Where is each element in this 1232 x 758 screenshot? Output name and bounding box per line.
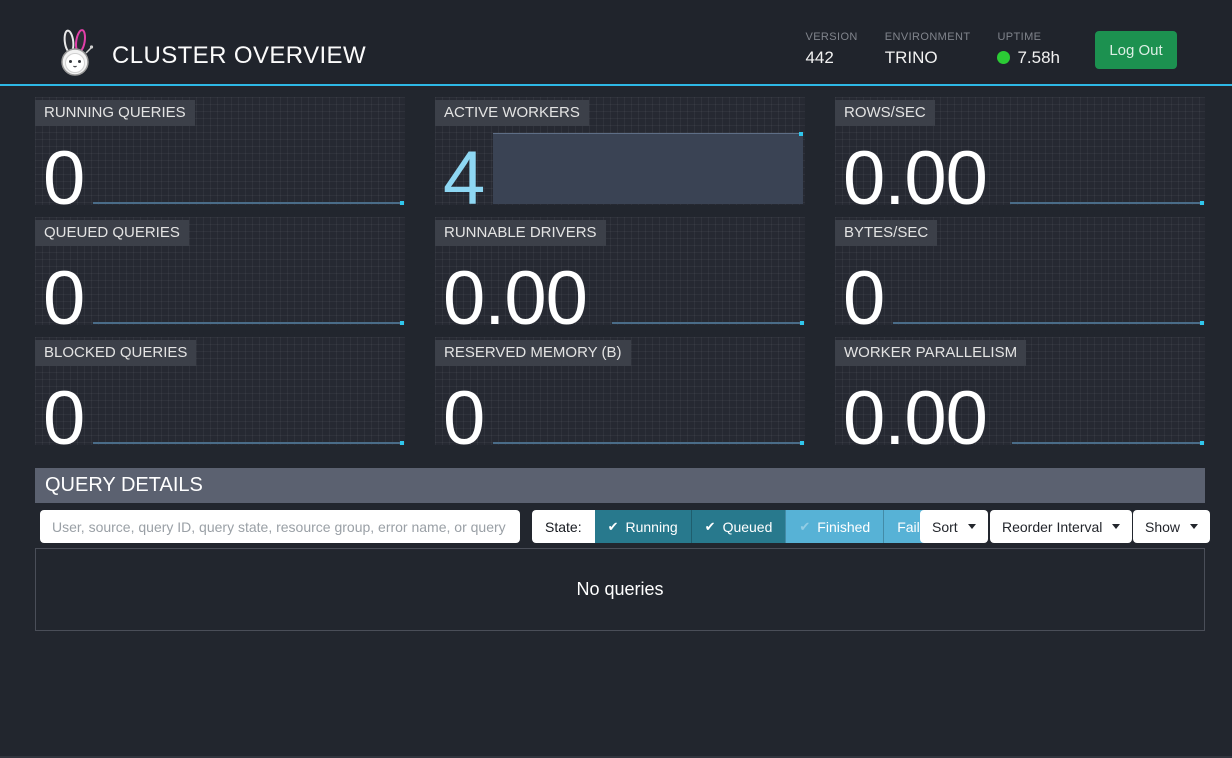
sparkline (612, 322, 803, 324)
stat-card-rows-per-sec: ROWS/SEC 0.00 (835, 97, 1205, 205)
query-filter-toolbar: State: ✔ Running ✔ Queued ✔ Finished Fai… (35, 510, 1205, 543)
filter-queued-label: Queued (723, 519, 773, 535)
sparkline-dot-icon (799, 132, 803, 136)
sort-label: Sort (932, 519, 958, 535)
version-label: VERSION (805, 31, 857, 43)
environment-value: TRINO (885, 48, 971, 68)
stat-value: 0 (843, 261, 884, 337)
stat-label: ACTIVE WORKERS (435, 100, 589, 126)
empty-message: No queries (576, 579, 663, 600)
trino-cluster-overview: CLUSTER OVERVIEW VERSION 442 ENVIRONMENT… (0, 0, 1232, 758)
stat-value: 0.00 (443, 261, 587, 337)
sparkline (493, 442, 803, 444)
stat-label: WORKER PARALLELISM (835, 340, 1026, 366)
sparkline-dot-icon (800, 321, 804, 325)
uptime-value: 7.58h (997, 48, 1060, 68)
show-dropdown[interactable]: Show (1133, 510, 1210, 543)
stat-value: 0 (443, 381, 484, 457)
sparkline-dot-icon (1200, 201, 1204, 205)
stat-value: 0 (43, 141, 84, 217)
check-icon: ✔ (608, 519, 619, 535)
stat-card-running-queries: RUNNING QUERIES 0 (35, 97, 405, 205)
uptime-label: UPTIME (997, 31, 1060, 43)
sparkline-dot-icon (400, 201, 404, 205)
stat-label: RUNNABLE DRIVERS (435, 220, 606, 246)
sparkline (1012, 442, 1203, 444)
stat-value: 0.00 (843, 381, 987, 457)
query-details-title: QUERY DETAILS (45, 474, 203, 497)
stat-label: RUNNING QUERIES (35, 100, 195, 126)
filter-finished-button[interactable]: ✔ Finished (785, 510, 883, 543)
stat-value: 0 (43, 261, 84, 337)
filter-finished-label: Finished (817, 519, 870, 535)
stat-value: 0.00 (843, 141, 987, 217)
stat-card-queued-queries: QUEUED QUERIES 0 (35, 217, 405, 325)
show-label: Show (1145, 519, 1180, 535)
chevron-down-icon (1190, 524, 1198, 529)
sparkline-area (493, 133, 803, 204)
stat-label: BLOCKED QUERIES (35, 340, 196, 366)
stat-card-blocked-queries: BLOCKED QUERIES 0 (35, 337, 405, 445)
sparkline (93, 442, 403, 444)
stat-value: 0 (43, 381, 84, 457)
uptime-info: UPTIME 7.58h (997, 31, 1060, 68)
sparkline (93, 202, 403, 204)
filter-queued-button[interactable]: ✔ Queued (691, 510, 786, 543)
sparkline-dot-icon (400, 321, 404, 325)
chevron-down-icon (968, 524, 976, 529)
page-title: CLUSTER OVERVIEW (112, 42, 366, 70)
stat-value: 4 (443, 141, 484, 217)
sparkline-dot-icon (1200, 441, 1204, 445)
stat-card-reserved-memory: RESERVED MEMORY (B) 0 (435, 337, 805, 445)
stat-card-runnable-drivers: RUNNABLE DRIVERS 0.00 (435, 217, 805, 325)
status-dot-icon (997, 51, 1010, 64)
stat-label: ROWS/SEC (835, 100, 935, 126)
state-filter-group: State: ✔ Running ✔ Queued ✔ Finished Fai… (532, 510, 965, 543)
uptime-text: 7.58h (1017, 48, 1060, 67)
header: CLUSTER OVERVIEW VERSION 442 ENVIRONMENT… (0, 0, 1232, 86)
query-list-empty-state: No queries (35, 548, 1205, 631)
check-icon: ✔ (799, 519, 810, 535)
sparkline (93, 322, 403, 324)
reorder-interval-dropdown[interactable]: Reorder Interval (990, 510, 1132, 543)
query-search-input[interactable] (40, 510, 520, 543)
stats-grid: RUNNING QUERIES 0 ACTIVE WORKERS 4 ROWS/… (35, 97, 1205, 445)
filter-running-label: Running (626, 519, 678, 535)
trino-bunny-logo-icon (56, 29, 96, 77)
sparkline (893, 322, 1203, 324)
version-info: VERSION 442 (805, 31, 857, 68)
header-status: VERSION 442 ENVIRONMENT TRINO UPTIME 7.5… (805, 31, 1177, 69)
sparkline-dot-icon (400, 441, 404, 445)
sparkline (1010, 202, 1203, 204)
stat-label: RESERVED MEMORY (B) (435, 340, 631, 366)
environment-info: ENVIRONMENT TRINO (885, 31, 971, 68)
stat-label: QUEUED QUERIES (35, 220, 189, 246)
logout-button[interactable]: Log Out (1095, 31, 1177, 69)
stat-card-worker-parallelism: WORKER PARALLELISM 0.00 (835, 337, 1205, 445)
environment-label: ENVIRONMENT (885, 31, 971, 43)
check-icon: ✔ (705, 519, 716, 535)
sparkline-dot-icon (1200, 321, 1204, 325)
version-value: 442 (805, 48, 857, 68)
stat-card-active-workers: ACTIVE WORKERS 4 (435, 97, 805, 205)
stat-card-bytes-per-sec: BYTES/SEC 0 (835, 217, 1205, 325)
filter-running-button[interactable]: ✔ Running (595, 510, 691, 543)
stat-label: BYTES/SEC (835, 220, 937, 246)
chevron-down-icon (1112, 524, 1120, 529)
sort-dropdown[interactable]: Sort (920, 510, 988, 543)
state-filter-label: State: (532, 510, 595, 543)
sparkline-dot-icon (800, 441, 804, 445)
query-details-header: QUERY DETAILS (35, 468, 1205, 503)
reorder-interval-label: Reorder Interval (1002, 519, 1102, 535)
